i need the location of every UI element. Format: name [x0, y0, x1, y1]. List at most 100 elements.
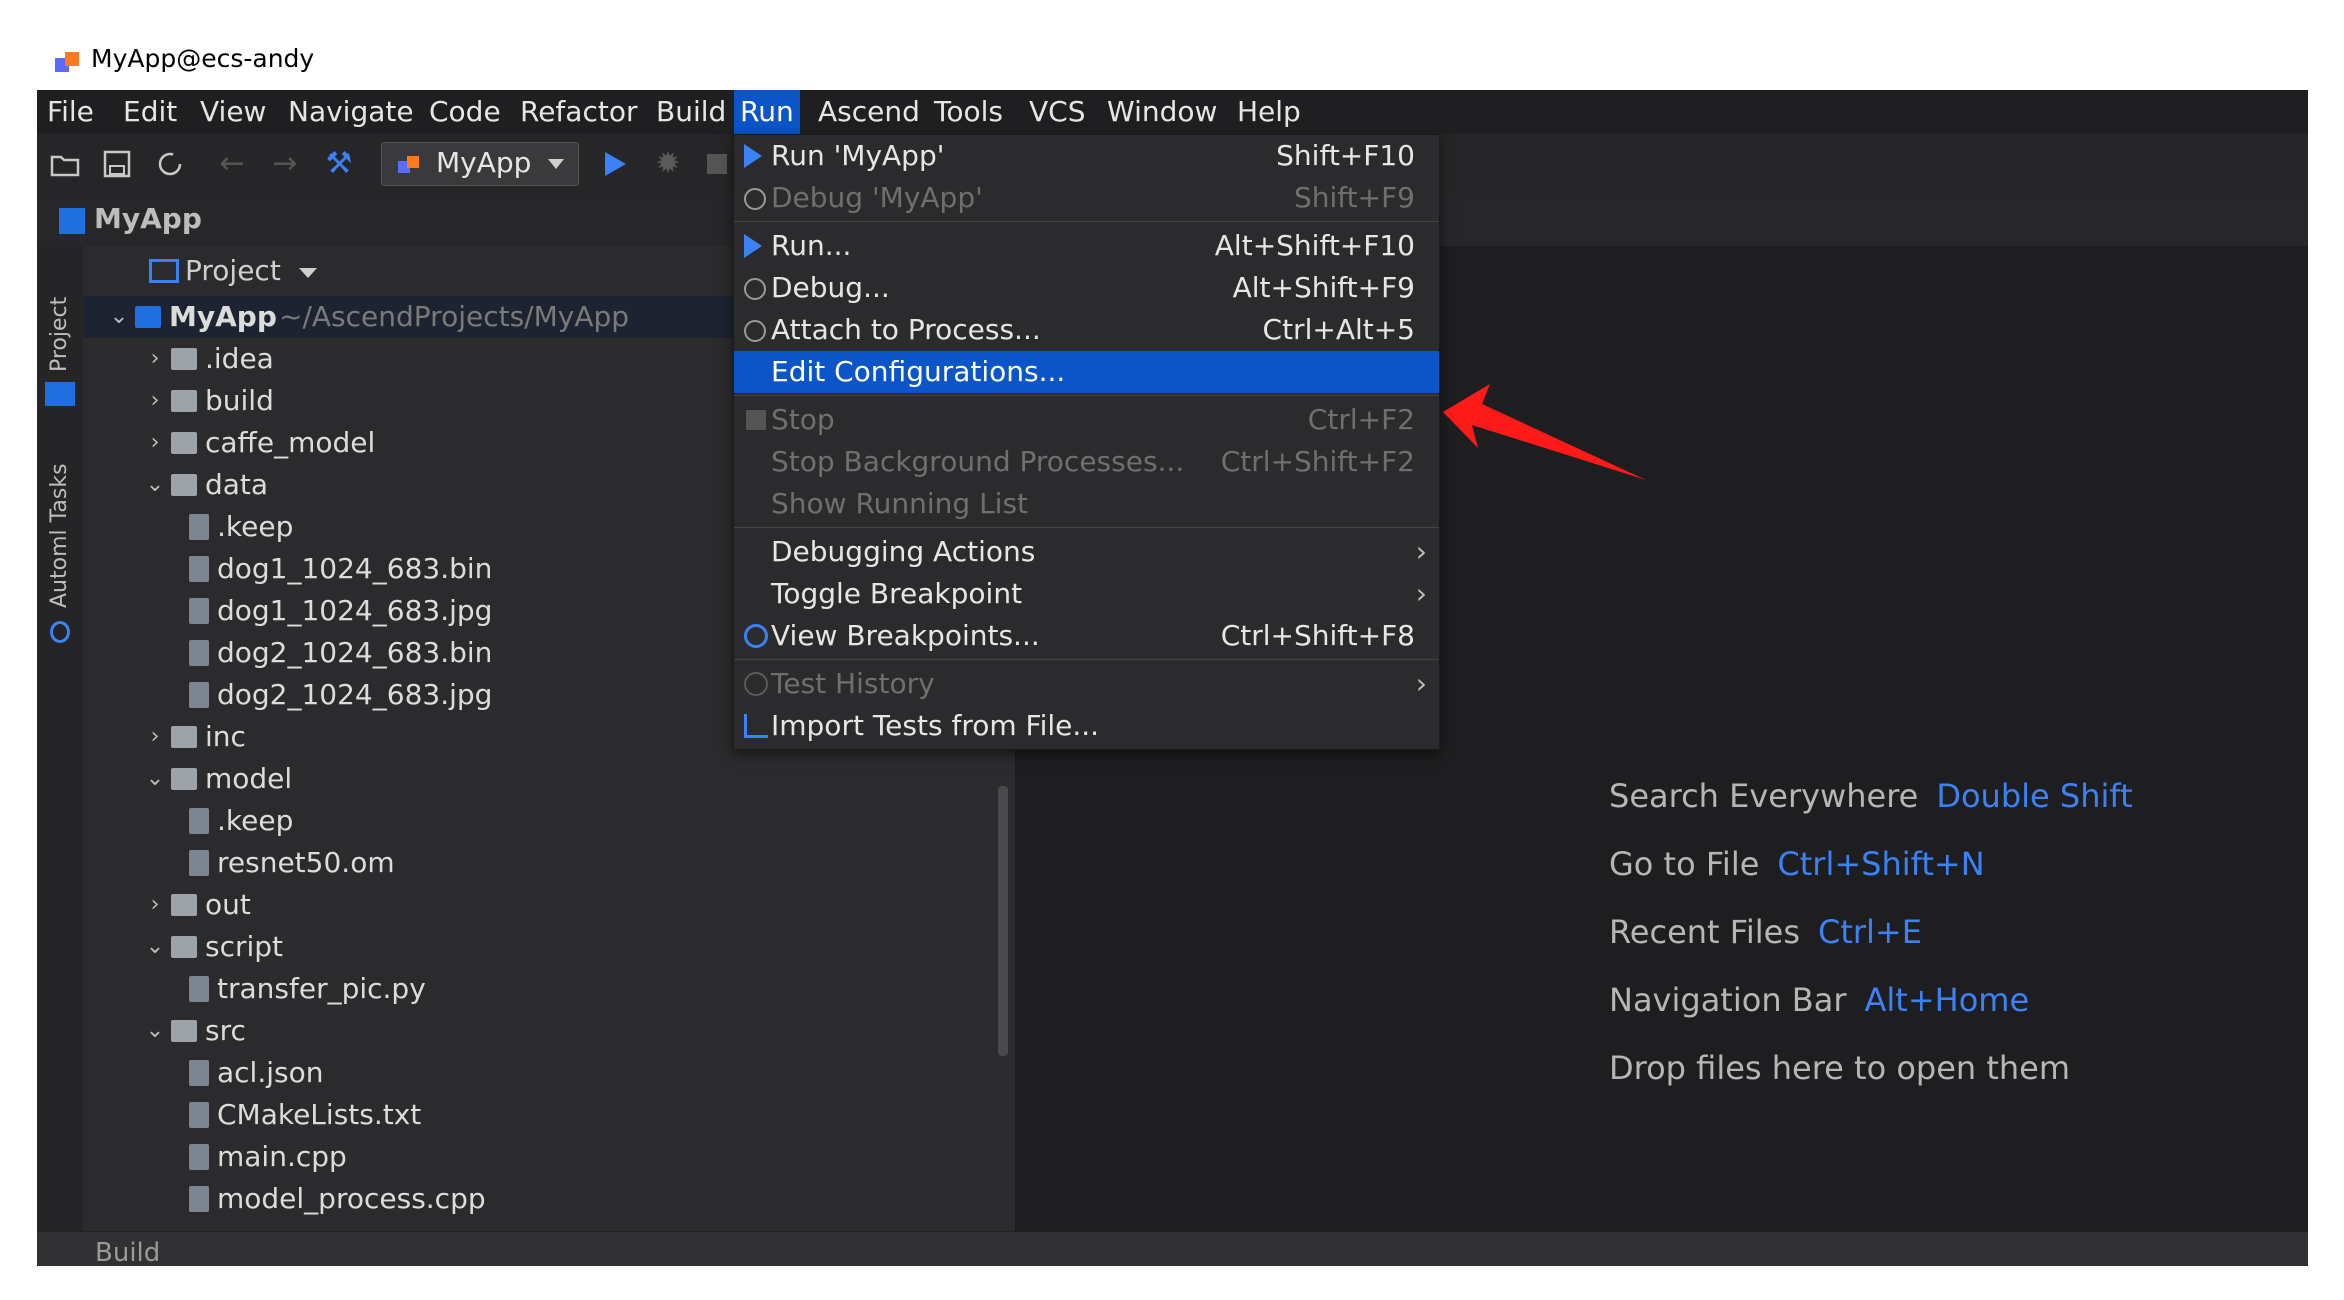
chevron-right-icon[interactable]: › [143, 884, 167, 926]
back-arrow-icon[interactable]: ← [212, 142, 252, 186]
title-bar: MyApp@ecs-andy [37, 36, 2308, 90]
stop-icon[interactable] [697, 142, 737, 186]
menu-separator [734, 659, 1439, 660]
tree-item-label: .keep [217, 804, 294, 837]
chevron-right-icon[interactable]: › [143, 716, 167, 758]
build-hammer-icon[interactable]: ⚒ [319, 142, 359, 186]
tree-folder-item[interactable]: ⌄ script [83, 926, 1015, 968]
automl-icon[interactable] [50, 621, 70, 643]
menu-vcs[interactable]: VCS [1023, 90, 1091, 134]
menu-item-label: Import Tests from File... [771, 709, 1100, 742]
run-menu-item-view-breakpoints[interactable]: View Breakpoints... Ctrl+Shift+F8 [734, 615, 1439, 657]
chevron-down-icon[interactable]: ⌄ [143, 464, 167, 506]
tree-item-label: caffe_model [205, 426, 376, 459]
menu-item-label: Toggle Breakpoint [771, 577, 1023, 610]
tree-item-label: build [205, 384, 274, 417]
menu-navigate[interactable]: Navigate [282, 90, 420, 134]
menu-tools[interactable]: Tools [928, 90, 1009, 134]
run-menu-item-debug-myapp[interactable]: Debug 'MyApp' Shift+F9 [734, 177, 1439, 219]
run-play-icon[interactable] [595, 142, 635, 186]
menu-item-label: Test History [771, 667, 935, 700]
chevron-right-icon[interactable]: › [143, 422, 167, 464]
run-menu-item-run-myapp[interactable]: Run 'MyApp' Shift+F10 [734, 135, 1439, 177]
chevron-right-icon: › [1415, 577, 1427, 610]
hint-recent-files: Recent Files Ctrl+E [1609, 913, 1922, 951]
menu-ascend[interactable]: Ascend [812, 90, 926, 134]
run-menu-item-show-running-list[interactable]: Show Running List [734, 483, 1439, 525]
folder-icon [171, 726, 197, 748]
run-menu-item-stop[interactable]: Stop Ctrl+F2 [734, 399, 1439, 441]
menu-code[interactable]: Code [423, 90, 507, 134]
tree-scrollbar[interactable] [998, 786, 1008, 1056]
tree-item-label: CMakeLists.txt [217, 1098, 422, 1131]
menu-item-label: Debug... [771, 271, 890, 304]
run-menu-item-debug[interactable]: Debug... Alt+Shift+F9 [734, 267, 1439, 309]
tree-folder-item[interactable]: › out [83, 884, 1015, 926]
menu-item-shortcut: Alt+Shift+F9 [1232, 271, 1415, 304]
project-tab[interactable]: Project [47, 297, 72, 372]
tree-file-item[interactable]: transfer_pic.py [83, 968, 1015, 1010]
file-icon [189, 598, 209, 624]
debug-bug-icon[interactable]: ✹ [648, 142, 688, 186]
run-menu-item-test-history[interactable]: Test History › [734, 663, 1439, 705]
menu-build[interactable]: Build [650, 90, 732, 134]
open-folder-icon[interactable] [45, 142, 85, 186]
chevron-down-icon[interactable] [299, 268, 317, 278]
project-view-label[interactable]: Project [185, 254, 281, 287]
menu-item-shortcut: Ctrl+F2 [1307, 403, 1415, 436]
tree-file-item[interactable]: main.cpp [83, 1136, 1015, 1178]
hint-go-to-file: Go to File Ctrl+Shift+N [1609, 845, 1985, 883]
run-menu-item-run[interactable]: Run... Alt+Shift+F10 [734, 225, 1439, 267]
tree-file-item[interactable]: acl.json [83, 1052, 1015, 1094]
tree-file-item[interactable]: resnet50.om [83, 842, 1015, 884]
menu-window[interactable]: Window [1101, 90, 1223, 134]
menu-item-label: Show Running List [771, 487, 1029, 520]
chevron-down-icon[interactable]: ⌄ [143, 926, 167, 968]
menu-item-label: View Breakpoints... [771, 619, 1040, 652]
menu-edit[interactable]: Edit [117, 90, 183, 134]
chevron-down-icon[interactable]: ⌄ [107, 296, 131, 338]
forward-arrow-icon[interactable]: → [265, 142, 305, 186]
chevron-right-icon[interactable]: › [143, 380, 167, 422]
run-menu-item-attach-to-process[interactable]: Attach to Process... Ctrl+Alt+5 [734, 309, 1439, 351]
run-menu-item-stop-background-processes[interactable]: Stop Background Processes... Ctrl+Shift+F… [734, 441, 1439, 483]
run-menu-item-debugging-actions[interactable]: Debugging Actions › [734, 531, 1439, 573]
file-icon [189, 640, 209, 666]
file-icon [189, 1144, 209, 1170]
menu-item-label: Edit Configurations... [771, 355, 1066, 388]
sync-icon[interactable] [150, 142, 190, 186]
chevron-right-icon[interactable]: › [143, 338, 167, 380]
menu-item-shortcut: Ctrl+Shift+F2 [1220, 445, 1415, 478]
run-menu-item-import-tests-from-file[interactable]: Import Tests from File... [734, 705, 1439, 747]
save-icon[interactable] [97, 142, 137, 186]
folder-icon [171, 768, 197, 790]
menu-run[interactable]: Run [734, 90, 800, 134]
breadcrumb-project[interactable]: MyApp [94, 202, 202, 235]
tree-file-item[interactable]: .keep [83, 800, 1015, 842]
tree-folder-item[interactable]: ⌄ src [83, 1010, 1015, 1052]
menu-refactor[interactable]: Refactor [514, 90, 643, 134]
run-config-select[interactable]: MyApp [381, 142, 579, 186]
run-menu-item-toggle-breakpoint[interactable]: Toggle Breakpoint › [734, 573, 1439, 615]
tree-folder-item[interactable]: ⌄ model [83, 758, 1015, 800]
menu-file[interactable]: File [41, 90, 100, 134]
build-tool-tab[interactable]: Build [95, 1238, 160, 1266]
menu-view[interactable]: View [194, 90, 272, 134]
import-icon [744, 714, 768, 738]
menu-item-label: Debugging Actions [771, 535, 1036, 568]
run-menu-item-edit-configurations[interactable]: Edit Configurations... [734, 351, 1439, 393]
menu-help[interactable]: Help [1231, 90, 1307, 134]
tree-item-label: model [205, 762, 293, 795]
hint-text: Recent Files [1609, 913, 1800, 951]
play-icon [744, 234, 762, 258]
automl-tasks-tab[interactable]: Automl Tasks [47, 463, 72, 608]
attach-icon [744, 320, 766, 342]
tree-file-item[interactable]: CMakeLists.txt [83, 1094, 1015, 1136]
hint-shortcut: Ctrl+E [1817, 913, 1922, 951]
chevron-down-icon[interactable]: ⌄ [143, 1010, 167, 1052]
tree-item-label: .keep [217, 510, 294, 543]
chevron-down-icon[interactable]: ⌄ [143, 758, 167, 800]
project-tab-icon[interactable] [45, 382, 75, 406]
menu-item-label: Stop [771, 403, 835, 436]
tree-file-item[interactable]: model_process.cpp [83, 1178, 1015, 1220]
